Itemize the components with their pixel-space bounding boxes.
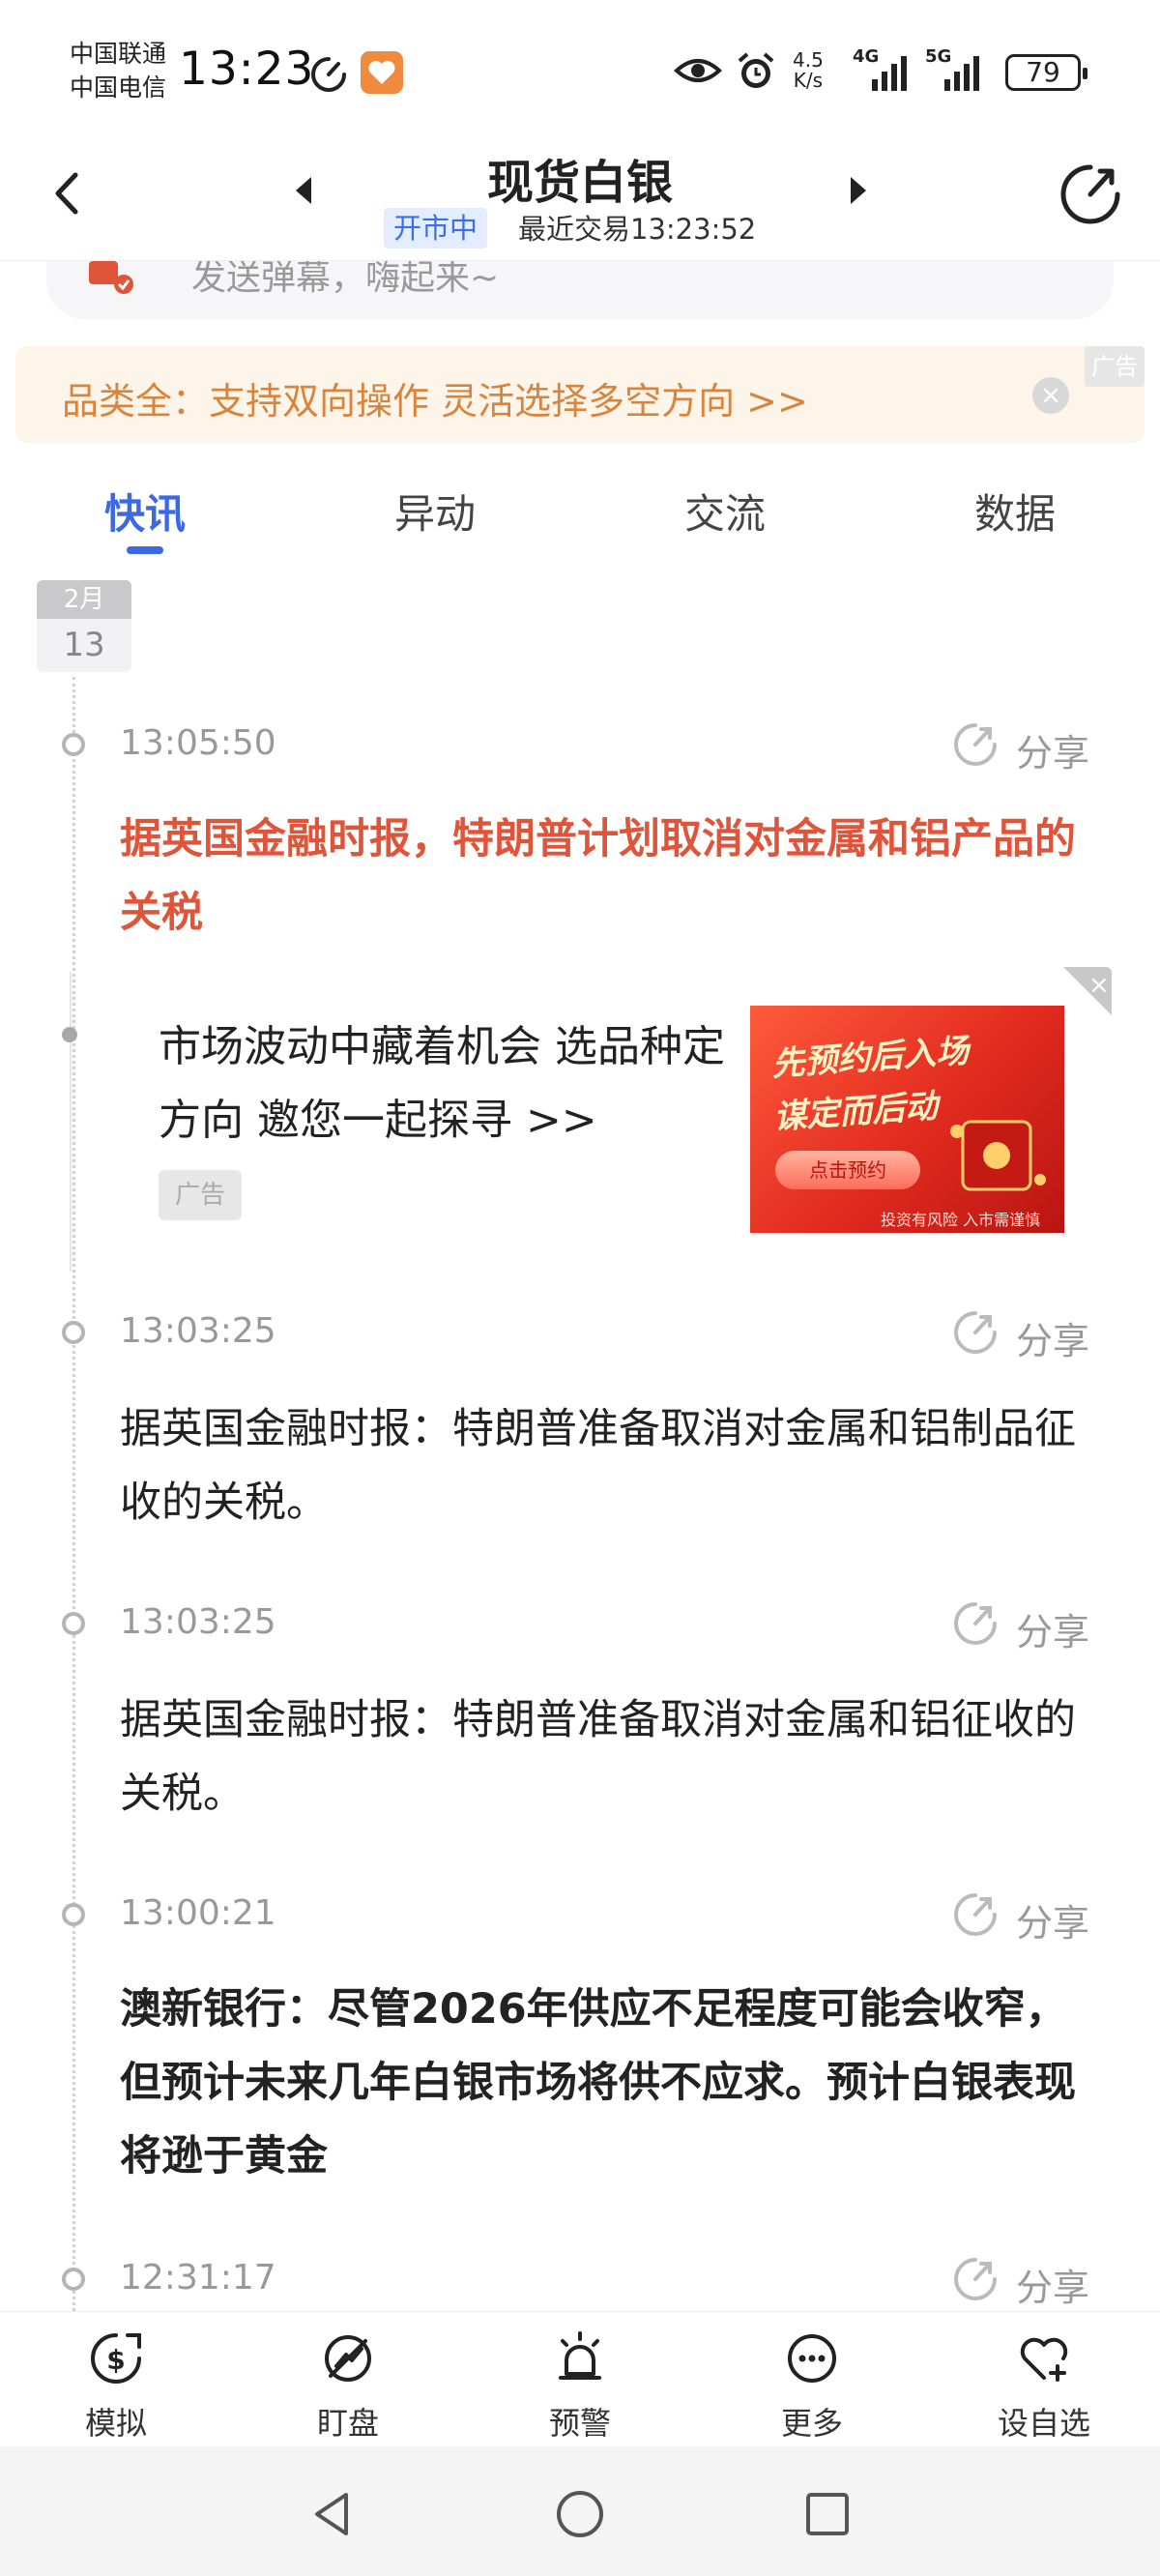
ad-banner[interactable]: 品类全：支持双向操作 灵活选择多空方向 >> (15, 346, 1145, 443)
tab-flash-news[interactable]: 快讯 (48, 482, 242, 541)
next-symbol-button[interactable] (843, 171, 872, 210)
ad-image-footer: 投资有风险 入市需谨慎 (881, 1211, 1041, 1229)
carrier-2: 中国电信 (70, 73, 167, 102)
ad-banner-badge: 广告 (1085, 346, 1145, 387)
toolbar-watch[interactable]: 盯盘 (280, 2329, 416, 2444)
more-icon (788, 2334, 836, 2383)
alarm-icon (559, 2331, 601, 2380)
signal-5g-icon: 5G (925, 46, 993, 93)
share-label: 分享 (1016, 1902, 1090, 1945)
ad-banner-text: 品类全：支持双向操作 灵活选择多空方向 >> (62, 380, 808, 423)
carrier-names: 中国联通 中国电信 (70, 37, 166, 104)
date-tag: 2月 13 (37, 580, 131, 672)
news-headline[interactable]: 据英国金融时报，特朗普计划取消对金属和铝产品的关税 (120, 803, 1106, 950)
last-trade-time: 最近交易13:23:52 (518, 213, 757, 246)
toolbar-simulate[interactable]: $ 模拟 (48, 2329, 184, 2444)
eye-icon (674, 59, 722, 82)
page-title: 现货白银 (486, 156, 673, 210)
red-envelope-icon (950, 1120, 1046, 1191)
dollar-cycle-icon: $ (91, 2333, 141, 2384)
tab-movements[interactable]: 异动 (338, 482, 532, 541)
system-navigation-bar (0, 2446, 1160, 2576)
share-label: 分享 (1016, 2267, 1090, 2309)
battery-indicator: 79 (1005, 54, 1088, 91)
news-time: 13:05:50 (120, 723, 276, 763)
share-icon (954, 1893, 997, 1936)
share-icon (954, 723, 997, 766)
alarm-clock-icon (738, 52, 774, 88)
ad-image-button: 点击预约 (775, 1151, 920, 1189)
system-back-button[interactable] (305, 2487, 360, 2541)
active-tab-indicator (127, 546, 163, 554)
news-headline[interactable]: 据英国金融时报：特朗普准备取消对金属和铝制品征收的关税。 (120, 1392, 1106, 1539)
toolbar-alert[interactable]: 预警 (512, 2329, 648, 2444)
share-icon (954, 2258, 997, 2300)
toolbar-add-watchlist[interactable]: 设自选 (976, 2329, 1112, 2444)
toolbar-more[interactable]: 更多 (744, 2329, 880, 2444)
toolbar-label: 模拟 (84, 2405, 147, 2442)
svg-text:$: $ (106, 2344, 125, 2376)
ad-card-close-button[interactable]: × (1063, 967, 1112, 1015)
ad-image-line-2: 谋定而后动 (772, 1087, 940, 1137)
heart-add-icon (1020, 2337, 1068, 2382)
share-label: 分享 (1016, 732, 1090, 775)
refresh-button[interactable] (1056, 160, 1125, 229)
timeline-dot (62, 1612, 85, 1635)
app-heart-icon (361, 51, 403, 94)
ad-card-dot (62, 1027, 77, 1042)
news-time: 12:31:17 (120, 2258, 276, 2298)
timeline-dot (62, 1321, 85, 1344)
date-month: 2月 (37, 580, 131, 619)
share-icon (954, 1311, 997, 1354)
news-tabs: 快讯 异动 交流 数据 (0, 464, 1160, 571)
ad-card-text[interactable]: 市场波动中藏着机会 选品种定方向 邀您一起探寻 >> (159, 1010, 739, 1157)
ad-card-image[interactable]: 先预约后入场 谋定而后动 点击预约 投资有风险 入市需谨慎 (750, 1006, 1064, 1233)
tab-discussion[interactable]: 交流 (628, 482, 822, 541)
system-home-button[interactable] (553, 2487, 607, 2541)
toolbar-label: 预警 (548, 2405, 611, 2442)
danmaku-icon (89, 261, 133, 294)
market-status-badge: 开市中 (384, 208, 488, 249)
ad-image-line-1: 先预约后入场 (770, 1031, 971, 1085)
news-headline[interactable]: 据英国金融时报：特朗普准备取消对金属和铝征收的关税。 (120, 1683, 1106, 1830)
timeline-dot (62, 733, 85, 756)
toolbar-label: 设自选 (997, 2405, 1090, 2442)
ad-card-divider (70, 972, 72, 1272)
bottom-toolbar: $ 模拟 盯盘 预警 更多 设自选 (0, 2311, 1160, 2446)
network-speed: 4.5 K/s (793, 48, 824, 92)
timeline-dot (62, 1903, 85, 1926)
toolbar-label: 更多 (780, 2405, 843, 2442)
share-label: 分享 (1016, 1320, 1090, 1362)
previous-symbol-button[interactable] (290, 171, 319, 210)
share-label: 分享 (1016, 1611, 1090, 1654)
news-headline[interactable]: 澳新银行：尽管2026年供应不足程度可能会收窄，但预计未来几年白银市场将供不应求… (120, 1973, 1106, 2193)
news-time: 13:03:25 (120, 1602, 276, 1642)
target-icon (325, 2335, 371, 2382)
clock: 13:23 (179, 43, 315, 96)
nav-header: 现货白银 开市中 最近交易13:23:52 (0, 140, 1160, 261)
toolbar-label: 盯盘 (316, 2405, 379, 2442)
system-recents-button[interactable] (800, 2487, 855, 2541)
speedometer-icon (311, 57, 346, 92)
tab-data[interactable]: 数据 (918, 482, 1112, 541)
share-icon (954, 1602, 997, 1645)
timeline-dot (62, 2268, 85, 2291)
back-button[interactable] (39, 160, 97, 227)
carrier-1: 中国联通 (70, 40, 167, 68)
ad-card-badge: 广告 (159, 1170, 242, 1220)
news-time: 13:00:21 (120, 1893, 276, 1933)
status-bar: 中国联通 中国电信 13:23 4.5 K/s 4G 5G 79 (0, 0, 1160, 140)
timeline-line (72, 677, 75, 2311)
news-time: 13:03:25 (120, 1311, 276, 1351)
date-day: 13 (37, 619, 131, 672)
ad-banner-close-button[interactable]: × (1032, 377, 1069, 414)
signal-4g-icon: 4G (853, 46, 916, 93)
